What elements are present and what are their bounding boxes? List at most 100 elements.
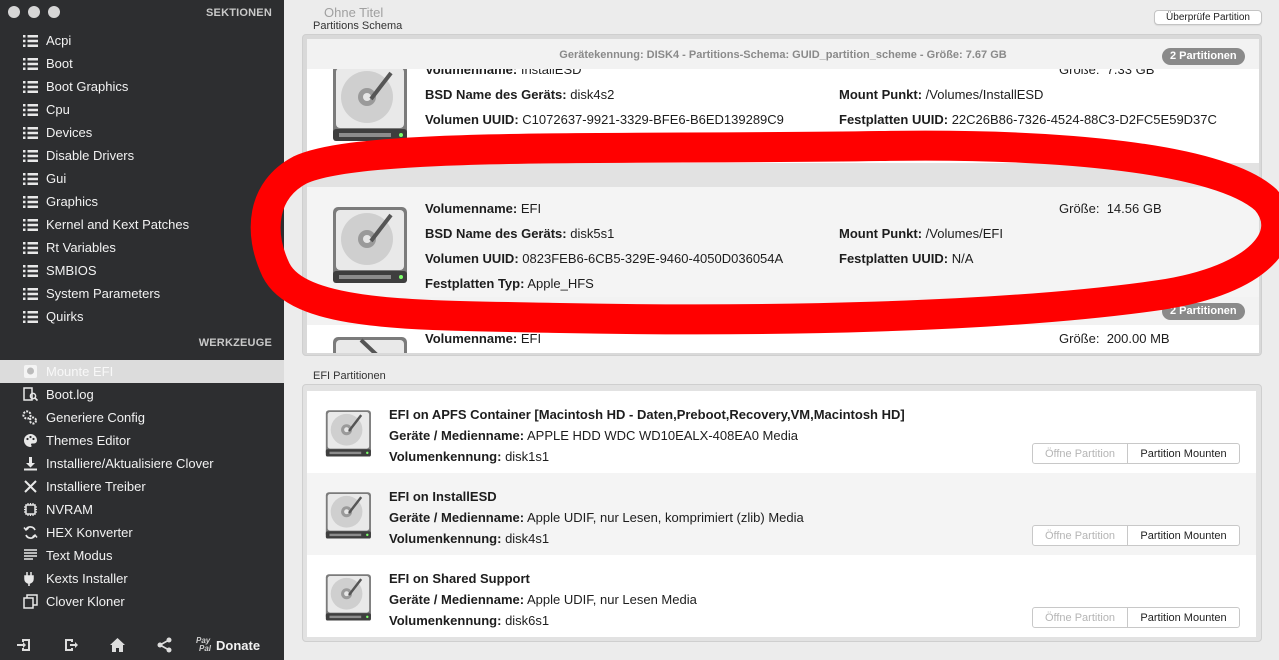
disk-type-value: Apple_HFS: [527, 137, 594, 152]
partition-action-segmented-control[interactable]: Öffne Partition Partition Mounten: [1032, 525, 1240, 546]
efi-partition-row[interactable]: EFI on InstallESD Geräte / Medienname: Ap…: [307, 473, 1256, 555]
disk-header: GUID_partition_scheme - Größe: 16.05 GB: [307, 297, 1259, 325]
size-value: 200.00 MB: [1106, 331, 1170, 346]
partition-row[interactable]: Volumenname: EFI Größe: 14.56 GB BSD Nam…: [307, 187, 1259, 297]
sidebar-item-disable-drivers[interactable]: Disable Drivers: [0, 144, 284, 167]
sidebar-item-system-parameters[interactable]: System Parameters: [0, 282, 284, 305]
tool-item-generiere-config[interactable]: Generiere Config: [0, 406, 284, 429]
volume-id-label: Volumenkennung:: [389, 613, 502, 628]
tools-header: WERKZEUGE: [198, 337, 272, 349]
volume-name-label: Volumenname:: [425, 201, 518, 216]
efi-partition-row[interactable]: EFI on APFS Container [Macintosh HD - Da…: [307, 391, 1256, 473]
disk-uuid-label: Festplatten UUID:: [839, 251, 949, 266]
efi-partition-row[interactable]: EFI on Shared Support Geräte / Medienname…: [307, 555, 1256, 637]
mount-partition-button[interactable]: Partition Mounten: [1128, 608, 1239, 627]
tool-item-clover-kloner[interactable]: Clover Kloner: [0, 590, 284, 613]
tool-item-installiere-treiber[interactable]: Installiere Treiber: [0, 475, 284, 498]
media-value: Apple UDIF, nur Lesen, komprimiert (zlib…: [527, 510, 804, 525]
check-partition-button[interactable]: Überprüfe Partition: [1154, 10, 1262, 25]
tool-item-mounte-efi[interactable]: Mounte EFI: [0, 360, 284, 383]
sidebar-item-label: Kernel and Kext Patches: [46, 217, 190, 232]
share-icon[interactable]: [141, 637, 188, 653]
volume-name-value: InstallESD: [520, 69, 582, 77]
disk-uuid-label: Festplatten UUID:: [839, 112, 949, 127]
list-icon: [0, 103, 46, 116]
sidebar-item-devices[interactable]: Devices: [0, 121, 284, 144]
tool-item-label: Mounte EFI: [46, 364, 114, 379]
media-value: Apple UDIF, nur Lesen Media: [527, 592, 697, 607]
list-icon: [0, 218, 46, 231]
tool-item-label: Text Modus: [46, 548, 113, 563]
mount-partition-button[interactable]: Partition Mounten: [1128, 526, 1239, 545]
tool-item-text-modus[interactable]: Text Modus: [0, 544, 284, 567]
sidebar-item-acpi[interactable]: Acpi: [0, 29, 284, 52]
partition-count-badge: 2 Partitionen: [1162, 48, 1245, 65]
tool-item-themes-editor[interactable]: Themes Editor: [0, 429, 284, 452]
open-partition-button[interactable]: Öffne Partition: [1033, 526, 1128, 545]
sidebar-item-rt-variables[interactable]: Rt Variables: [0, 236, 284, 259]
home-icon[interactable]: [94, 637, 141, 653]
partition-action-segmented-control[interactable]: Öffne Partition Partition Mounten: [1032, 607, 1240, 628]
export-icon[interactable]: [47, 637, 94, 653]
partition-row[interactable]: Volumenname: InstallESD Größe: 7.33 GB B…: [307, 69, 1259, 163]
open-partition-button[interactable]: Öffne Partition: [1033, 444, 1128, 463]
partition-action-segmented-control[interactable]: Öffne Partition Partition Mounten: [1032, 443, 1240, 464]
sidebar-item-graphics[interactable]: Graphics: [0, 190, 284, 213]
sidebar-item-boot-graphics[interactable]: Boot Graphics: [0, 75, 284, 98]
sidebar-item-label: Rt Variables: [46, 240, 116, 255]
chip-icon: [0, 502, 46, 517]
tool-item-label: Kexts Installer: [46, 571, 128, 586]
media-label: Geräte / Medienname:: [389, 592, 525, 607]
tool-item-nvram[interactable]: NVRAM: [0, 498, 284, 521]
media-label: Geräte / Medienname:: [389, 428, 525, 443]
import-icon[interactable]: [0, 637, 47, 653]
partition-row[interactable]: Volumenname: EFI Größe: 200.00 MB: [307, 325, 1259, 353]
volume-uuid-value: 0823FEB6-6CB5-329E-9460-4050D036054A: [522, 251, 784, 266]
clone-icon: [0, 594, 46, 609]
tool-item-label: Themes Editor: [46, 433, 131, 448]
disk-header: Gerätekennung: DISK4 - Partitions-Schema…: [307, 39, 1259, 69]
donate-button[interactable]: Pay Pal Donate: [196, 637, 260, 653]
list-icon: [0, 126, 46, 139]
disk-type-value: Apple_HFS: [527, 276, 594, 291]
sidebar-item-smbios[interactable]: SMBIOS: [0, 259, 284, 282]
list-icon: [0, 149, 46, 162]
tool-item-kexts-installer[interactable]: Kexts Installer: [0, 567, 284, 590]
zoom-window-button[interactable]: [48, 6, 60, 18]
size-value: 14.56 GB: [1106, 201, 1162, 216]
disk-uuid-value: N/A: [951, 251, 974, 266]
sidebar-item-boot[interactable]: Boot: [0, 52, 284, 75]
tool-item-label: Boot.log: [46, 387, 94, 402]
mount-partition-button[interactable]: Partition Mounten: [1128, 444, 1239, 463]
list-icon: [0, 264, 46, 277]
bsd-name-value: disk5s1: [570, 226, 615, 241]
sidebar-item-label: Boot Graphics: [46, 79, 129, 94]
sidebar-item-gui[interactable]: Gui: [0, 167, 284, 190]
close-window-button[interactable]: [8, 6, 20, 18]
minimize-window-button[interactable]: [28, 6, 40, 18]
open-partition-button[interactable]: Öffne Partition: [1033, 608, 1128, 627]
plug-icon: [0, 571, 46, 586]
tool-item-hex-konverter[interactable]: HEX Konverter: [0, 521, 284, 544]
sidebar-item-label: Graphics: [46, 194, 99, 209]
hard-disk-icon: [323, 573, 375, 628]
media-label: Geräte / Medienname:: [389, 510, 525, 525]
sidebar-item-kernel-and-kext-patches[interactable]: Kernel and Kext Patches: [0, 213, 284, 236]
efi-partition-title: EFI on Shared Support: [389, 571, 530, 586]
text-icon: [0, 548, 46, 563]
tool-item-installiere-aktualisiere-clover[interactable]: Installiere/Aktualisiere Clover: [0, 452, 284, 475]
hard-disk-icon: [323, 409, 375, 464]
tool-item-boot-log[interactable]: Boot.log: [0, 383, 284, 406]
sidebar-item-quirks[interactable]: Quirks: [0, 305, 284, 328]
sidebar-item-label: Boot: [46, 56, 73, 71]
partitions-scroll-area[interactable]: Gerätekennung: DISK4 - Partitions-Schema…: [307, 39, 1259, 353]
volume-name-label: Volumenname:: [425, 69, 518, 77]
size-label: Größe:: [1059, 69, 1100, 77]
sidebar-item-cpu[interactable]: Cpu: [0, 98, 284, 121]
convert-icon: [0, 525, 46, 540]
size-value: 7.33 GB: [1106, 69, 1155, 77]
bsd-name-label: BSD Name des Geräts:: [425, 226, 567, 241]
tool-item-label: NVRAM: [46, 502, 93, 517]
tool-item-label: Generiere Config: [46, 410, 145, 425]
tools-icon: [0, 479, 46, 494]
